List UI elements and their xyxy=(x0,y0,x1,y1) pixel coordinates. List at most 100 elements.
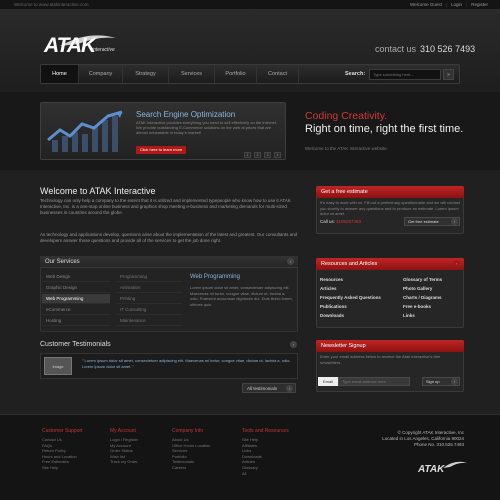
all-testimonials-button[interactable]: All testimonials › xyxy=(242,383,296,393)
signup-button[interactable]: Sign up › xyxy=(422,377,460,386)
all-testimonials-label: All testimonials xyxy=(247,386,278,391)
service-item[interactable]: Hosting xyxy=(42,316,110,326)
resource-link[interactable]: Frequently Asked Questions xyxy=(320,295,381,300)
email-label: Email xyxy=(318,377,338,386)
nav-services[interactable]: Services xyxy=(169,65,215,83)
call-label: Call us: xyxy=(320,219,336,224)
search-label: Search: xyxy=(345,71,366,77)
estimate-text: It's easy to work with us. Fill out a pr… xyxy=(320,200,460,216)
hero-text: ATAK Interactive provides everything you… xyxy=(136,120,277,135)
service-item[interactable]: Graphic Design xyxy=(42,283,110,293)
welcome-title: Welcome to ATAK Interactive xyxy=(40,186,156,196)
newsletter-text: Enter your email address below to receiv… xyxy=(320,354,441,365)
top-bar: Welcome to www.atakinteractive.com Welco… xyxy=(0,0,500,10)
testimonial-quote: " Lorem ipsum dolor sit amet, consectetu… xyxy=(82,358,291,369)
slide-pager-4[interactable]: 4 xyxy=(274,152,281,158)
service-item[interactable]: Programming xyxy=(116,272,182,282)
service-detail-title: Web Programming xyxy=(190,274,240,280)
services-arrow-icon[interactable]: › xyxy=(287,258,294,265)
logo-swoosh-icon xyxy=(443,461,467,468)
resource-link[interactable]: Charts / Diagrams xyxy=(403,295,442,300)
welcome-paragraph: As technology and applications develop, … xyxy=(40,232,298,243)
guest-label: Welcome Guest xyxy=(409,2,442,7)
footer-logo: ATAK xyxy=(418,464,445,475)
signup-label: Sign up xyxy=(426,379,440,384)
search-button[interactable]: » xyxy=(443,69,454,80)
resource-link[interactable]: Free e-books xyxy=(403,304,431,309)
resources-title: Resources and Articles xyxy=(321,261,378,267)
welcome-paragraph: Technology can only help a company to th… xyxy=(40,198,291,215)
service-item[interactable]: Printing xyxy=(116,294,182,304)
nav-contact[interactable]: Contact xyxy=(257,65,299,83)
register-link[interactable]: Register xyxy=(471,2,488,7)
service-item[interactable]: Animation xyxy=(116,283,182,293)
footer-link-list: Site Help Affiliates Links Downloads Art… xyxy=(242,437,262,476)
resources-arrow-icon[interactable]: › xyxy=(453,260,460,267)
nav-strategy[interactable]: Strategy xyxy=(123,65,169,83)
divider: | xyxy=(445,2,448,7)
footer-link[interactable]: Track my Order xyxy=(110,459,138,465)
slide-pager-2[interactable]: 2 xyxy=(254,152,261,158)
footer-link[interactable]: Careers xyxy=(172,465,210,471)
arrow-icon: › xyxy=(286,385,293,392)
footer-column-title: Company Info xyxy=(172,428,204,434)
service-item[interactable]: Maintenance xyxy=(116,316,182,326)
footer-phone: Phone No. 310.526.7493 xyxy=(413,442,464,447)
resource-link[interactable]: Articles xyxy=(320,286,337,291)
service-item[interactable]: IT Consulting xyxy=(116,305,182,315)
contact-label: contact us xyxy=(375,44,417,54)
arrow-icon: › xyxy=(451,378,458,385)
main-nav: Home Company Strategy Services Portfolio… xyxy=(40,64,460,84)
login-link[interactable]: Login xyxy=(451,2,462,7)
testimonials-arrow-icon[interactable]: › xyxy=(290,341,297,348)
nav-portfolio[interactable]: Portfolio xyxy=(215,65,257,83)
footer-column-title: Customer Support xyxy=(42,428,83,434)
footer-column-title: Tools and Resources xyxy=(242,428,289,434)
search-input[interactable] xyxy=(369,69,441,80)
footer-link[interactable]: Site Help xyxy=(42,465,77,471)
logo[interactable]: ATAK xyxy=(44,34,96,58)
newsletter-title: Newsletter Signup xyxy=(321,343,366,349)
service-item[interactable]: Web Design xyxy=(42,272,110,282)
footer-link-list: Contact Us FAQs Return Policy Hours and … xyxy=(42,437,77,471)
nav-company[interactable]: Company xyxy=(79,65,123,83)
footer-link[interactable]: All xyxy=(242,471,262,477)
account-links: Welcome Guest | Login | Register xyxy=(410,2,488,7)
get-estimate-button[interactable]: Get free estimate › xyxy=(404,217,460,226)
contact-info: contact us 310 526 7493 xyxy=(375,44,475,54)
resource-link[interactable]: Publications xyxy=(320,304,347,309)
footer-link-list: Login / Register My Account Order Status… xyxy=(110,437,138,465)
contact-phone: 310 526 7493 xyxy=(420,44,476,54)
resource-link[interactable]: Links xyxy=(403,313,415,318)
footer-link-list: About Us Office Hours Location Services … xyxy=(172,437,210,471)
service-detail-text: Lorem ipsum dolor sit amet, consectetuer… xyxy=(190,285,293,307)
newsletter-email-input[interactable] xyxy=(338,377,410,386)
slide-pager-3[interactable]: 3 xyxy=(264,152,271,158)
slide-pager-1[interactable]: 1 xyxy=(244,152,251,158)
resource-link[interactable]: Photo Gallery xyxy=(403,286,432,291)
arrow-icon: › xyxy=(451,218,458,225)
testimonial-image: Image xyxy=(44,357,72,375)
copyright-block: © Copyright ATAK Interactive, Inc Locate… xyxy=(382,430,464,448)
nav-home[interactable]: Home xyxy=(41,65,79,83)
call-phone: 3105267493 xyxy=(336,219,362,224)
resource-link[interactable]: Downloads xyxy=(320,313,344,318)
estimate-title: Get a free estimate xyxy=(321,189,368,195)
logo-subtitle: interactive xyxy=(92,47,115,53)
tagline-welcome: Welcome to the ATAK Interactive website. xyxy=(305,146,389,151)
testimonials-title: Customer Testimonials xyxy=(40,341,111,348)
tagline-secondary: Right on time, right the first time. xyxy=(305,123,464,135)
resource-link[interactable]: Glossary of Terms xyxy=(403,277,442,282)
service-item[interactable]: eCommerce xyxy=(42,305,110,315)
resource-link[interactable]: Resources xyxy=(320,277,343,282)
site-welcome-text: Welcome to www.atakinteractive.com xyxy=(14,2,89,7)
service-item[interactable]: Web Programming xyxy=(42,294,110,304)
tagline-primary: Coding Creativity. xyxy=(305,110,388,122)
divider: | xyxy=(466,2,468,7)
learn-more-button[interactable]: Click here to learn more xyxy=(136,146,186,154)
services-title: Our Services xyxy=(45,259,80,265)
footer-link[interactable]: Login / Register xyxy=(110,437,138,443)
hero-title: Search Engine Optimization xyxy=(136,110,236,119)
footer-column-title: My Account xyxy=(110,428,136,434)
get-estimate-label: Get free estimate xyxy=(408,219,439,224)
